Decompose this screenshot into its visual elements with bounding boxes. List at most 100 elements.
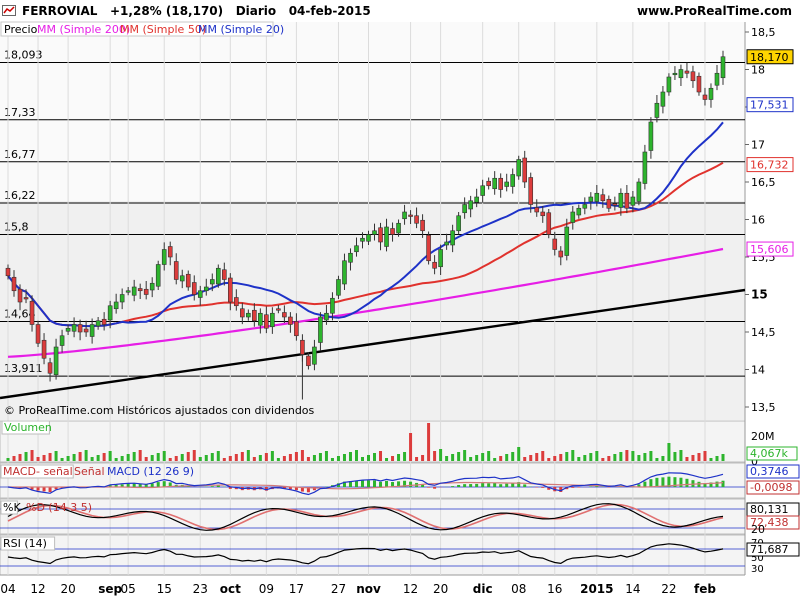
volume-bar [42, 455, 46, 461]
candle-body [41, 339, 47, 359]
volume-bar [385, 458, 389, 461]
macd-hist-bar [571, 487, 575, 488]
volume-bar [619, 452, 623, 461]
date-tick-label: feb [694, 582, 716, 596]
volume-bar [216, 451, 220, 461]
candle-body [678, 69, 684, 79]
candle-body [414, 215, 419, 224]
candle-body [426, 234, 431, 262]
volume-bar [529, 455, 533, 461]
candle-body [161, 249, 167, 265]
candle-body [534, 207, 540, 213]
candle-body [660, 91, 666, 107]
volume-bar [703, 451, 707, 461]
candle-body [59, 335, 65, 346]
volume-bar [559, 454, 563, 461]
candle-body [300, 339, 305, 355]
candle-body [101, 318, 107, 325]
candle-body [522, 157, 528, 183]
candle-body [654, 102, 660, 118]
volume-bar [691, 455, 695, 461]
candle-body [408, 214, 413, 217]
date-tick-label: 22 [661, 582, 676, 596]
volume-bar [114, 458, 118, 461]
macd-label: MACD- señal [3, 465, 73, 478]
candle-body [191, 282, 197, 295]
candle-body [594, 192, 600, 202]
candle-body [47, 362, 53, 374]
volume-bar [463, 450, 467, 461]
date-tick-label: 16 [547, 582, 562, 596]
volume-bar [354, 450, 358, 461]
candle-body [107, 305, 113, 321]
legend-price: Precio [4, 23, 38, 36]
volume-bar [246, 450, 250, 461]
candle-body [179, 275, 185, 282]
volume-bar [84, 450, 88, 461]
rsi-last: 71,687 [750, 543, 789, 556]
volume-bar [318, 453, 322, 461]
price-tick-label: 18,5 [751, 26, 776, 39]
candle-body [480, 185, 485, 196]
candle-body [252, 309, 257, 322]
volume-bar [18, 454, 22, 461]
volume-bar [198, 457, 202, 461]
candle-body [258, 312, 263, 326]
macd-hist-bar [523, 484, 527, 487]
candle-body [222, 269, 227, 280]
volume-bar [493, 458, 497, 461]
volume-bar [709, 458, 713, 461]
price-tick-label: 18 [751, 64, 765, 77]
volume-bar [667, 443, 671, 461]
candle-body [330, 297, 335, 314]
volume-bar [379, 451, 383, 461]
macd-last: 0,3746 [750, 465, 789, 478]
volume-bar [282, 456, 286, 461]
axis-value-label: 16,732 [750, 159, 789, 172]
level-label: 13,911 [4, 362, 43, 375]
candle-body [546, 212, 552, 235]
legend-mm20: MM (Simple 20) [198, 23, 284, 36]
volume-bar [228, 456, 232, 461]
level-label: 17,33 [4, 106, 36, 119]
volume-bar [6, 458, 10, 461]
volume-bar [270, 451, 274, 461]
date-tick-label: 20 [433, 582, 448, 596]
volume-bar [24, 452, 28, 461]
volume-bar [96, 455, 100, 461]
candle-body [390, 228, 395, 235]
candle-body [606, 198, 612, 209]
candle-body [630, 196, 636, 206]
candle-body [462, 204, 467, 214]
volume-bar [234, 454, 238, 461]
volume-bar [445, 456, 449, 461]
volume-bar [240, 452, 244, 461]
volume-bar [607, 456, 611, 461]
volume-bar [126, 454, 130, 461]
date-tick-label: 23 [193, 582, 208, 596]
macd-hist-bar [48, 487, 52, 493]
volume-bar [174, 456, 178, 461]
macd-hist-bar [373, 480, 377, 487]
candle-body [342, 260, 347, 285]
volume-bar [541, 451, 545, 461]
candle-body [131, 286, 137, 296]
date-tick-label: 15 [157, 582, 172, 596]
candle-body [5, 267, 11, 277]
volume-bar [306, 457, 310, 461]
stoch-tick: 20 [751, 523, 765, 536]
volume-bar [565, 452, 569, 461]
candle-body [498, 177, 503, 190]
macd-hist-bar [379, 481, 383, 487]
volume-bar [348, 452, 352, 461]
volume-bar [120, 456, 124, 461]
candle-body [53, 346, 59, 376]
volume-label: Volumen [4, 421, 52, 434]
candle-body [474, 196, 479, 203]
macd-hist-bar [685, 478, 689, 487]
stoch-k-last: 80,131 [750, 503, 789, 516]
macd-hist-bar [481, 483, 485, 487]
candle-body [119, 294, 125, 303]
candle-body [366, 234, 371, 242]
axis-value-label: 18,170 [750, 51, 789, 64]
